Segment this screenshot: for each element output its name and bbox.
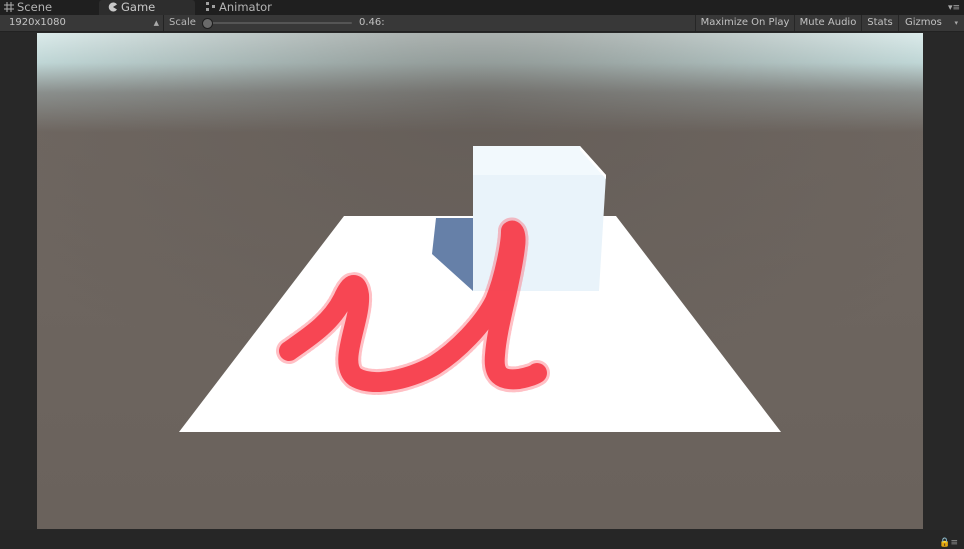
tab-scene[interactable]: Scene xyxy=(4,0,96,15)
tab-scene-label: Scene xyxy=(17,0,53,14)
tab-menu-icon[interactable]: ▾≡ xyxy=(948,2,960,14)
resolution-dropdown[interactable]: 1920x1080 ▲ xyxy=(0,15,164,31)
tab-game-label: Game xyxy=(121,0,156,14)
pacman-icon xyxy=(108,1,118,12)
stats-button[interactable]: Stats xyxy=(861,15,898,31)
lock-menu-icon[interactable]: 🔒≡ xyxy=(939,538,958,548)
resolution-label: 1920x1080 xyxy=(9,17,66,28)
scale-slider-track[interactable] xyxy=(205,22,352,24)
maximize-on-play-button[interactable]: Maximize On Play xyxy=(695,15,794,31)
grid-icon xyxy=(4,1,14,12)
tab-animator-label: Animator xyxy=(219,0,272,14)
mute-audio-button[interactable]: Mute Audio xyxy=(794,15,861,31)
gizmos-label: Gizmos xyxy=(905,17,942,28)
chevron-down-icon: ▾ xyxy=(954,19,958,27)
game-toolbar: 1920x1080 ▲ Scale 0.46: Maximize On Play… xyxy=(0,15,964,32)
scale-slider-thumb[interactable] xyxy=(202,18,213,29)
scale-label: Scale xyxy=(169,17,196,28)
status-bar: 🔒≡ xyxy=(0,530,964,549)
tab-animator[interactable]: Animator xyxy=(206,0,306,15)
dropdown-arrows-icon: ▲ xyxy=(153,19,159,27)
tab-game[interactable]: Game xyxy=(99,0,195,15)
gizmos-dropdown[interactable]: Gizmos ▾ xyxy=(898,15,964,31)
game-render xyxy=(37,33,923,529)
animator-icon xyxy=(206,1,216,11)
scale-value: 0.46: xyxy=(359,17,385,28)
game-viewport[interactable] xyxy=(37,33,923,529)
window-tab-bar: Scene Game Animator ▾≡ xyxy=(0,0,964,15)
